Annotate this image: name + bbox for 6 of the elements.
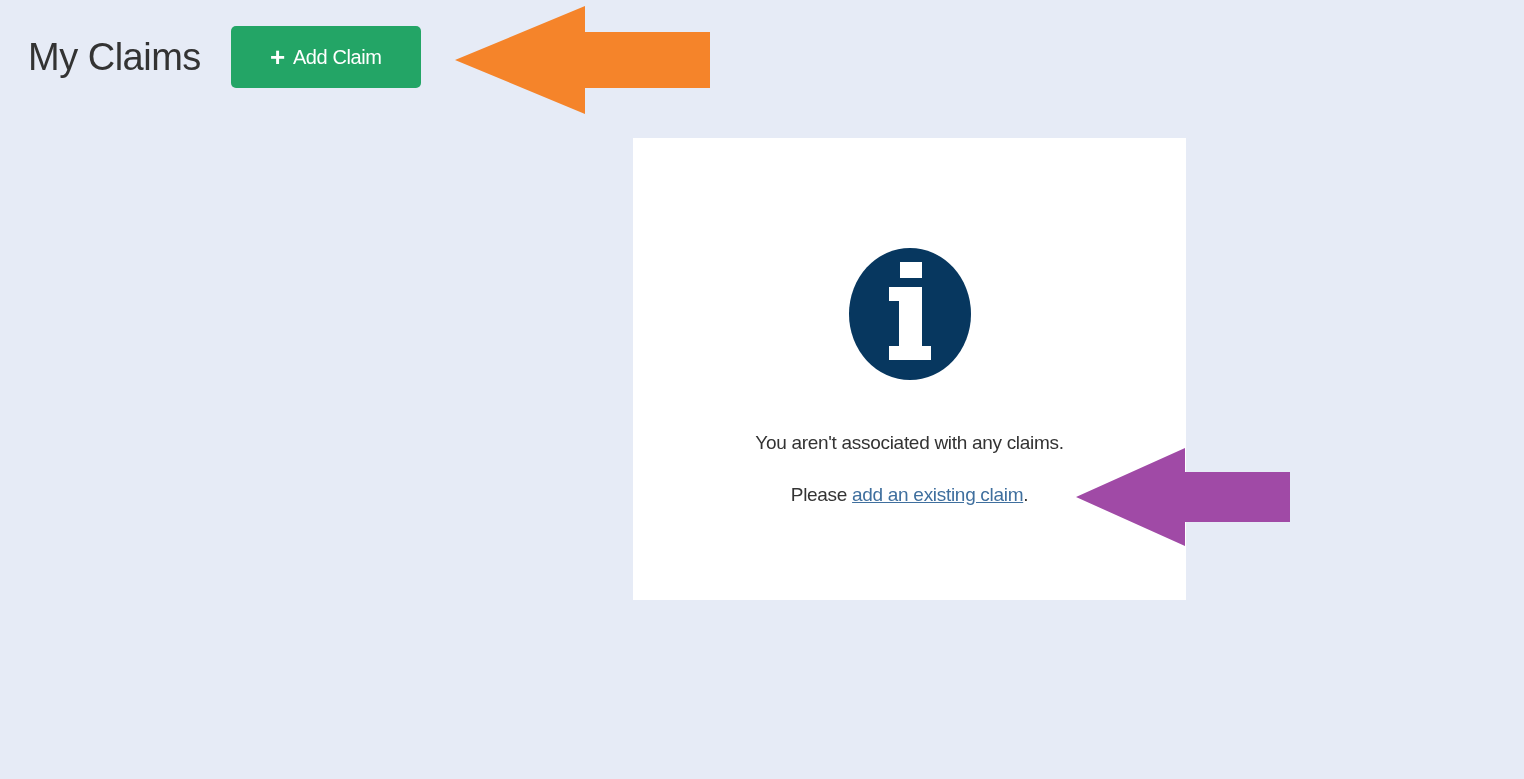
add-claim-prompt: Please add an existing claim.	[790, 484, 1029, 506]
add-existing-claim-link[interactable]: add an existing claim	[852, 484, 1024, 505]
empty-message: You aren't associated with any claims.	[755, 432, 1064, 454]
add-claim-button[interactable]: + Add Claim	[230, 26, 421, 88]
info-icon	[848, 248, 971, 380]
page-title: My Claims	[28, 35, 201, 79]
